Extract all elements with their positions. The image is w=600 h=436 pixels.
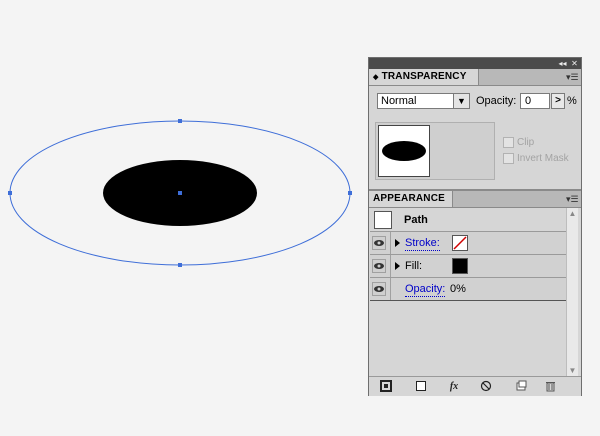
appearance-scrollbar[interactable]: ▲ ▼ [566,208,578,378]
fill-row[interactable]: Fill: [370,255,566,278]
opacity-row[interactable]: Opacity: 0% [370,278,566,301]
appearance-header-row[interactable]: Path [370,208,566,232]
row-divider [390,255,391,277]
blend-mode-value: Normal [381,95,417,107]
opacity-label-link[interactable]: Opacity: [405,283,446,297]
fill-label: Fill: [405,260,423,272]
delete-icon[interactable] [543,380,557,393]
center-point [178,191,182,195]
anchor-point-right[interactable] [348,191,352,195]
object-thumbnail[interactable] [378,125,430,177]
anchor-point-left[interactable] [8,191,12,195]
stroke-row[interactable]: Stroke: [370,232,566,255]
double-arrow-icon[interactable]: ◂◂ [557,58,568,69]
path-label: Path [404,214,428,226]
duplicate-icon[interactable] [514,380,528,393]
expand-triangle-icon[interactable] [395,239,400,247]
tab-appearance-label: APPEARANCE [373,193,446,204]
expand-triangle-icon[interactable] [395,262,400,270]
clip-label: Clip [517,137,535,148]
panel-menu-icon[interactable]: ▾☰ [566,72,579,82]
blend-mode-select[interactable]: Normal ▼ [377,93,470,109]
anchor-point-bottom[interactable] [178,263,182,267]
opacity-slider-button[interactable]: > [551,93,565,109]
invert-mask-label: Invert Mask [517,153,569,164]
row-divider [390,278,391,300]
appearance-toolbar: fx [369,376,581,396]
clip-checkbox[interactable] [503,137,514,148]
opacity-input[interactable]: 0 [520,93,550,109]
transparency-tab-row: ◆ TRANSPARENCY ▾☰ [369,69,581,86]
tab-transparency-label: TRANSPARENCY [381,71,467,82]
appearance-menu-icon[interactable]: ▾☰ [566,194,579,204]
opacity-unit: % [567,95,577,107]
fill-black-swatch[interactable] [452,258,468,274]
eye-icon[interactable] [372,282,386,296]
none-swatch-slash-icon [453,236,467,250]
chevron-down-icon[interactable]: ▼ [453,94,469,108]
thumbnail-well [375,122,495,180]
invert-mask-checkbox[interactable] [503,153,514,164]
artboard-canvas[interactable] [0,0,365,436]
add-stroke-icon[interactable] [379,380,393,393]
scroll-up-icon[interactable]: ▲ [567,208,578,220]
panel-titlebar[interactable]: ◂◂ ✕ [369,58,581,69]
thumbnail-ellipse [382,141,426,161]
path-thumbnail [374,211,392,229]
appearance-tab-row: APPEARANCE ▾☰ [369,189,581,208]
close-icon[interactable]: ✕ [569,58,580,69]
fx-icon[interactable]: fx [447,380,461,393]
tab-appearance[interactable]: APPEARANCE [369,191,453,207]
row-divider [390,232,391,254]
anchor-point-top[interactable] [178,119,182,123]
opacity-label: Opacity: [476,95,517,107]
add-fill-icon[interactable] [414,380,428,393]
tab-transparency[interactable]: ◆ TRANSPARENCY [369,69,479,85]
panel-stack: ◂◂ ✕ ◆ TRANSPARENCY ▾☰ Normal ▼ Opacity:… [368,57,582,396]
clear-icon[interactable] [479,380,493,393]
eye-icon[interactable] [372,236,386,250]
stroke-label-link[interactable]: Stroke: [405,237,440,251]
opacity-value: 0% [450,283,466,295]
stroke-none-swatch[interactable] [452,235,468,251]
eye-icon[interactable] [372,259,386,273]
tab-sort-icon: ◆ [373,74,379,81]
